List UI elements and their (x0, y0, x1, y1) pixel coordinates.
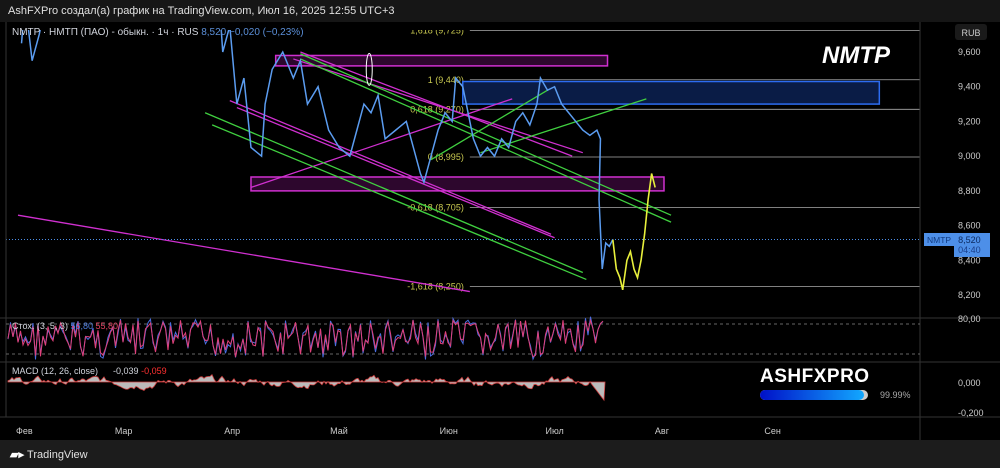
trendline-pink (293, 58, 584, 154)
stoch-k: 56,80 (70, 321, 93, 331)
y-tick-label: 9,000 (958, 151, 981, 161)
macd-label: MACD (12, 26, close) (12, 366, 99, 376)
macd-value: -0,039 (113, 366, 139, 376)
x-tick-label: Фев (16, 426, 33, 436)
y-tick-label: 9,600 (958, 47, 981, 57)
macd-signal: -0,059 (141, 366, 167, 376)
current-symbol: NMTP (924, 233, 955, 246)
fib-level-label: 1,618 (9,725) (410, 25, 464, 35)
tradingview-logo-icon: ▰▸ (10, 449, 28, 461)
zone-pink (250, 176, 665, 192)
trendline-pink (229, 100, 552, 235)
symbol-legend: NMTP · НМТП (ПАО) - обыкн. · 1ч · RUS 8,… (12, 27, 304, 38)
fib-level-label: 1 (9,440) (428, 75, 464, 85)
price-change: −0,020 (−0,23%) (229, 27, 304, 38)
trendline-pink (250, 98, 513, 189)
macd-tick-label: 0,000 (958, 378, 981, 388)
x-tick-label: Апр (224, 426, 240, 436)
symbol-name: NMTP · НМТП (ПАО) - обыкн. · 1ч · RUS (12, 27, 199, 38)
current-price-tag: NMTP 8,520 04:40 (924, 233, 991, 257)
x-tick-label: Мар (115, 426, 133, 436)
current-price: 8,520 (958, 235, 981, 245)
currency-label: RUB (961, 28, 980, 38)
tradingview-logo: TradingView (27, 449, 88, 461)
x-tick-label: Июн (440, 426, 458, 436)
progress-label: 99.99% (880, 390, 911, 400)
progress-bar (760, 390, 868, 400)
y-tick-label: 8,600 (958, 221, 981, 231)
y-tick-label: 9,200 (958, 116, 981, 126)
stoch-legend: Стох. (3, 5, 3) 56,80 55,80 (12, 321, 118, 331)
trendline-pink (236, 106, 555, 239)
last-price: 8,520 (201, 27, 227, 38)
x-tick-label: Май (330, 426, 348, 436)
macd-histogram (7, 373, 606, 402)
main-pane: 1,618 (9,725)1 (9,440)0,618 (9,270)0 (8,… (6, 25, 920, 293)
macd-legend: MACD (12, 26, close) -0,039 -0,059 (12, 366, 167, 376)
trendline-pink (17, 214, 470, 293)
x-tick-label: Авг (655, 426, 670, 436)
y-tick-label: 8,200 (958, 290, 981, 300)
progress-fill (760, 390, 864, 400)
y-tick-label: 9,400 (958, 82, 981, 92)
x-tick-label: Июл (546, 426, 564, 436)
stoch-level-label: 80,00 (958, 314, 981, 324)
trendline-green (204, 112, 584, 274)
stoch-d: 55,80 (95, 321, 119, 331)
x-tick-label: Сен (764, 426, 781, 436)
stoch-label: Стох. (3, 5, 3) (12, 321, 68, 331)
y-tick-label: 8,800 (958, 186, 981, 196)
brand-logo: ASHFXPRO (760, 366, 870, 387)
chart-title: AshFXPro создал(а) график на TradingView… (0, 0, 1000, 22)
ticker-annotation: NMTP (822, 42, 890, 69)
trendline-green (211, 124, 587, 281)
bar-countdown: 04:40 (958, 245, 981, 255)
macd-tick-label: -0,200 (958, 408, 984, 418)
zone-blue (462, 80, 881, 105)
fib-level-label: 0 (8,995) (428, 152, 464, 162)
footer: ▰▸ TradingView (0, 440, 1000, 468)
